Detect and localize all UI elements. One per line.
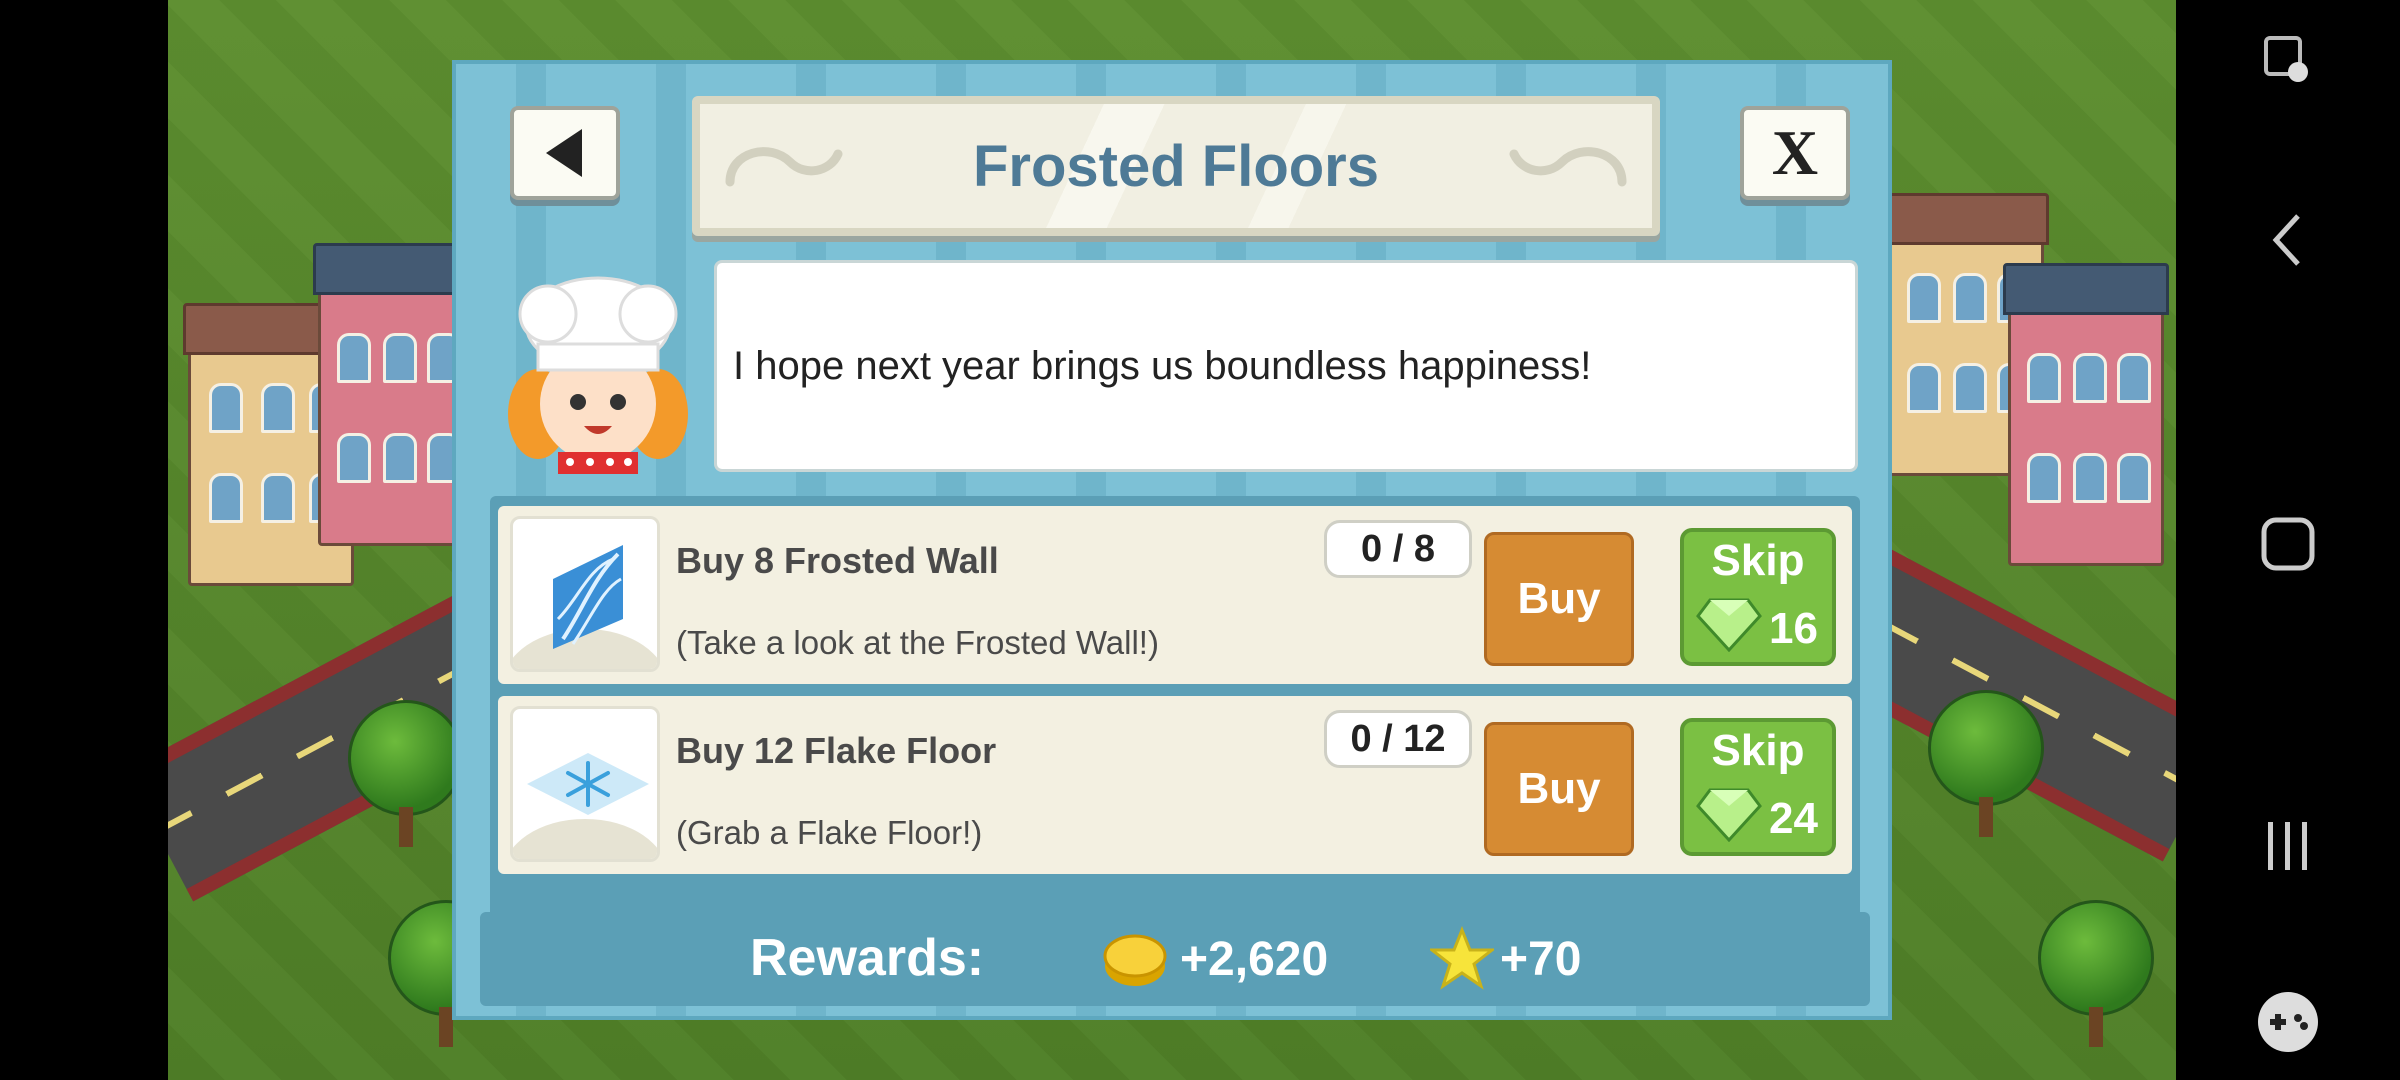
tree: [2038, 900, 2154, 1047]
task-row: Buy 12 Flake Floor (Grab a Flake Floor!)…: [498, 696, 1852, 874]
back-arrow-icon: [546, 129, 582, 177]
game-tools-button[interactable]: [2176, 972, 2400, 1072]
task-description: (Take a look at the Frosted Wall!): [676, 624, 1159, 661]
dialog-title: Frosted Floors: [972, 133, 1380, 199]
buy-button[interactable]: Buy: [1484, 722, 1634, 856]
tree: [348, 700, 464, 847]
task-progress: 0 / 12: [1324, 710, 1472, 768]
gem-icon: [1696, 788, 1762, 842]
gem-icon: [1696, 598, 1762, 652]
decorative-swirl-icon: [725, 147, 843, 187]
recents-icon: [2268, 822, 2307, 870]
rewards-label: Rewards:: [750, 929, 985, 987]
close-button[interactable]: X: [1740, 106, 1850, 200]
message-text: I hope next year brings us boundless hap…: [733, 343, 1592, 388]
skip-cost: 24: [1769, 794, 1818, 843]
quest-dialog: Frosted Floors X I hope next year brings…: [452, 60, 1892, 1020]
decorative-swirl-icon: [1509, 147, 1627, 187]
task-progress: 0 / 8: [1324, 520, 1472, 578]
coin-icon: [1103, 934, 1167, 986]
task-thumbnail: [510, 706, 660, 862]
task-description: (Grab a Flake Floor!): [676, 814, 983, 851]
back-button[interactable]: [510, 106, 620, 200]
task-title: Buy 12 Flake Floor: [676, 730, 997, 771]
title-banner: Frosted Floors: [692, 96, 1660, 236]
home-square-icon: [2261, 517, 2315, 571]
gamepad-icon: [2258, 992, 2318, 1052]
chef-avatar: [508, 276, 688, 474]
screen-record-icon: [2264, 36, 2308, 82]
screen-record-button[interactable]: [2176, 10, 2400, 110]
building: [2003, 263, 2169, 566]
skip-button[interactable]: Skip 16: [1680, 528, 1836, 666]
recents-button[interactable]: [2176, 796, 2400, 896]
skip-cost: 16: [1769, 604, 1818, 653]
skip-label: Skip: [1711, 726, 1805, 775]
task-row: Buy 8 Frosted Wall (Take a look at the F…: [498, 506, 1852, 684]
system-nav-bar: [2176, 0, 2400, 1080]
xp-reward: +70: [1500, 933, 1582, 986]
frosted-wall-icon: [553, 545, 623, 649]
skip-label: Skip: [1711, 536, 1805, 585]
message-bubble: I hope next year brings us boundless hap…: [714, 260, 1858, 472]
skip-button[interactable]: Skip 24: [1680, 718, 1836, 856]
chevron-left-icon: [2272, 214, 2300, 266]
home-button[interactable]: [2176, 494, 2400, 594]
building: [313, 243, 479, 546]
flake-floor-icon: [527, 753, 649, 815]
task-title: Buy 8 Frosted Wall: [676, 540, 999, 581]
back-button[interactable]: [2176, 190, 2400, 290]
buy-button[interactable]: Buy: [1484, 532, 1634, 666]
task-thumbnail: [510, 516, 660, 672]
tree: [1928, 690, 2044, 837]
xp-star-icon: [1430, 926, 1494, 990]
coin-reward: +2,620: [1180, 933, 1329, 986]
close-icon: X: [1771, 117, 1819, 188]
rewards-bar: Rewards: +2,620 +70: [480, 912, 1870, 1006]
task-list: Buy 8 Frosted Wall (Take a look at the F…: [490, 496, 1860, 966]
